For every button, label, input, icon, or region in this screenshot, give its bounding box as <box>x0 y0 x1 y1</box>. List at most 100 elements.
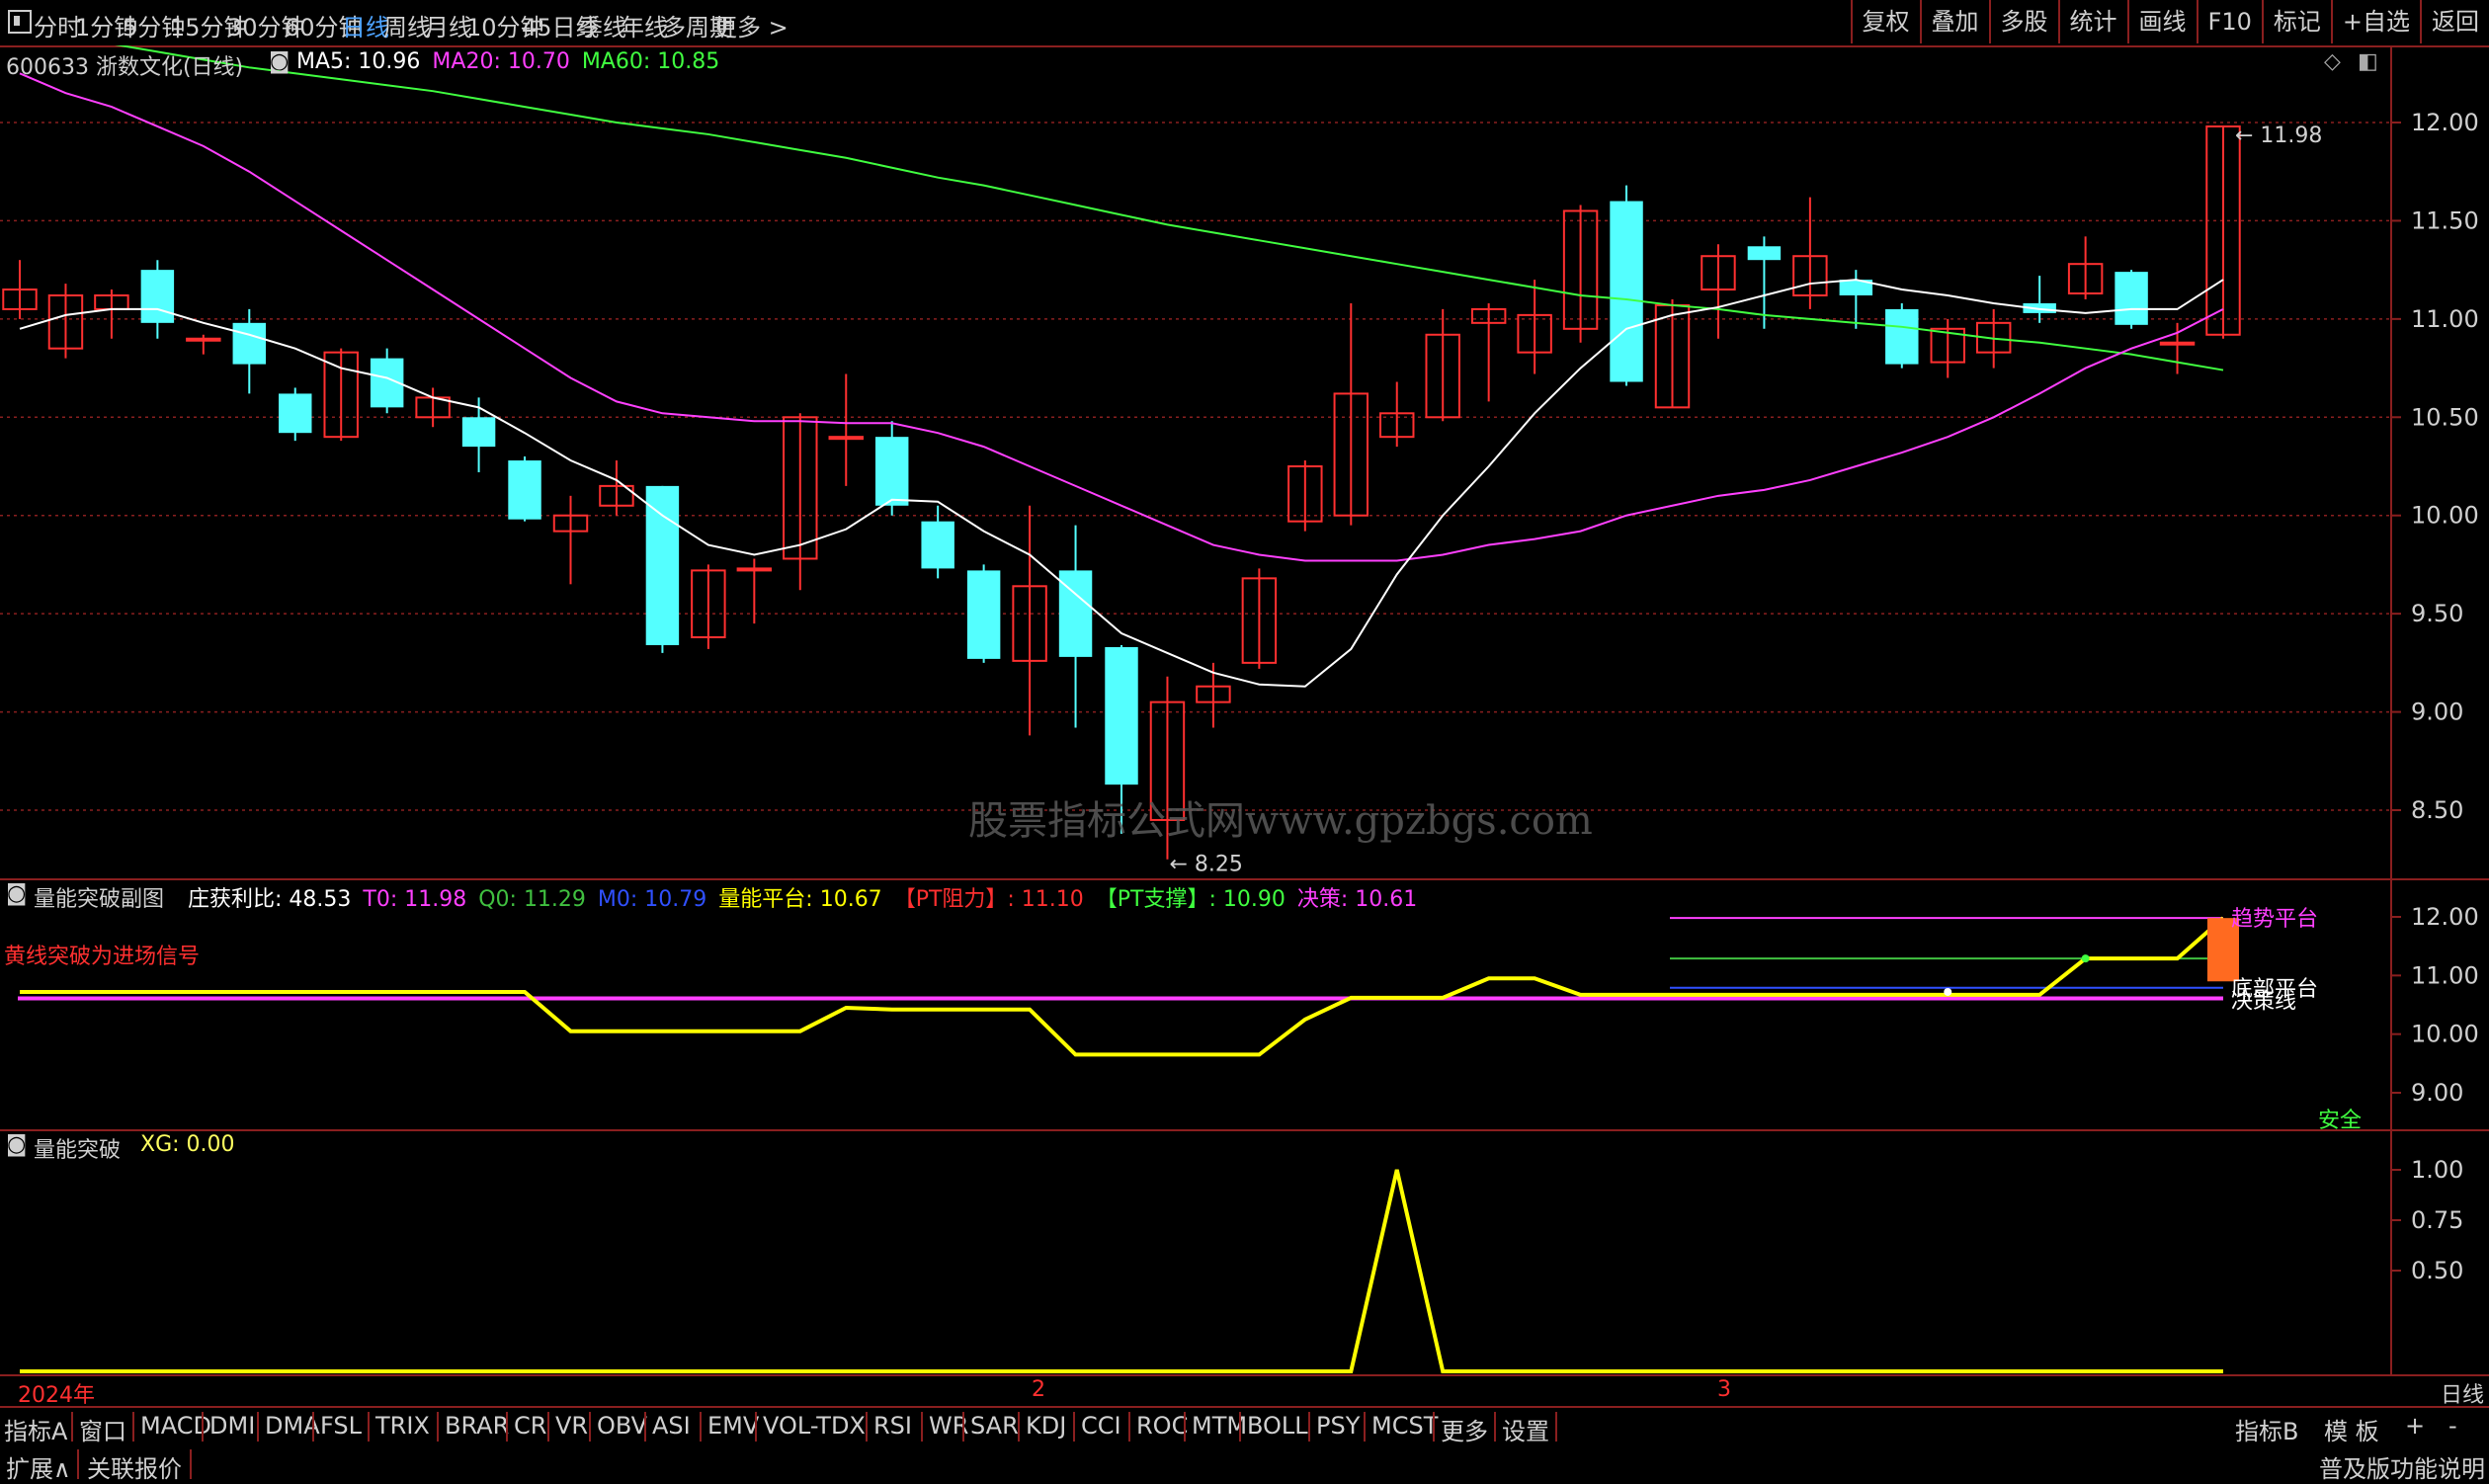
toolbar-button[interactable]: 复权 <box>1850 0 1920 43</box>
candle-body-down <box>966 570 1001 659</box>
indicator-tab[interactable]: 更多 <box>1441 1412 1488 1446</box>
high-marker: ← 11.98 <box>2235 124 2322 148</box>
price-axis-label: 10.00 <box>2411 502 2479 530</box>
toolbar-button[interactable]: F10 <box>2196 0 2262 43</box>
subchart1-title: 量能突破副图 <box>34 887 165 912</box>
system-menu-icon[interactable] <box>8 10 32 34</box>
tab-divider <box>1308 1412 1310 1442</box>
tab-divider <box>1184 1412 1186 1442</box>
tab-divider <box>1364 1412 1366 1442</box>
indicator-tab[interactable]: EMV <box>707 1412 759 1440</box>
sub1-right-label: 趋势平台 <box>2231 907 2318 932</box>
period-tab[interactable]: 周线 <box>383 8 431 42</box>
price-axis-label: 8.50 <box>2411 796 2463 824</box>
period-tab[interactable]: 月线 <box>425 8 472 42</box>
period-tab[interactable]: 分时 <box>34 8 81 42</box>
collapse-icon[interactable]: ◙ <box>269 49 290 74</box>
time-axis-mar: 3 <box>1717 1377 1731 1402</box>
expand-button[interactable]: 扩展∧ <box>6 1449 71 1484</box>
watermark: 股票指标公式网www.gpzbgs.com <box>968 798 1593 844</box>
indicator-right-tab[interactable]: + <box>2405 1412 2425 1440</box>
period-tab[interactable]: 更多 > <box>713 8 788 42</box>
tab-divider <box>202 1412 204 1442</box>
candle-body-down <box>874 437 909 506</box>
platform-line <box>20 916 2225 1057</box>
period-tab[interactable]: 季线 <box>579 8 626 42</box>
tab-divider <box>312 1412 314 1442</box>
status-divider <box>77 1449 79 1479</box>
tab-divider <box>921 1412 923 1442</box>
indicator-tab[interactable]: ASI <box>652 1412 691 1440</box>
sub1-axis-label: 11.00 <box>2411 961 2479 989</box>
tab-divider <box>644 1412 646 1442</box>
indicator-right-tab[interactable]: 指标B <box>2235 1412 2298 1446</box>
toolbar-button[interactable]: 统计 <box>2057 0 2127 43</box>
indicator-tab[interactable]: 设置 <box>1502 1412 1549 1446</box>
indicator-tab[interactable]: CR <box>514 1412 546 1440</box>
indicator-tab[interactable]: SAR <box>970 1412 1019 1440</box>
indicator-tab[interactable]: DMI <box>209 1412 255 1440</box>
tab-divider <box>1128 1412 1130 1442</box>
help-button[interactable]: 普及版功能说明 <box>2319 1449 2485 1484</box>
quote-button[interactable]: 关联报价 <box>87 1449 182 1484</box>
indicator-tab[interactable]: CCI <box>1081 1412 1121 1440</box>
candle-body-down <box>232 322 267 365</box>
subchart2-xg: XG: 0.00 <box>140 1132 235 1157</box>
indicator-right-tab[interactable]: 模 板 <box>2324 1412 2379 1446</box>
subchart1-value: 【PT阻力】: 11.10 <box>893 887 1084 912</box>
tab-divider <box>71 1412 73 1442</box>
tab-divider <box>506 1412 508 1442</box>
window-icon[interactable]: ◧ <box>2358 49 2378 74</box>
subchart2-collapse-icon[interactable]: ◙ <box>6 1132 27 1157</box>
toolbar-button[interactable]: 标记 <box>2261 0 2331 43</box>
candle-body-up <box>828 436 864 441</box>
indicator-tab[interactable]: RSI <box>873 1412 912 1440</box>
tab-divider <box>368 1412 370 1442</box>
subchart1-collapse-icon[interactable]: ◙ <box>6 881 27 906</box>
signal-dot <box>2081 954 2090 963</box>
subchart1-legend: 庄获利比: 48.53 T0: 11.98 Q0: 11.29 M0: 10.79 量能… <box>188 881 1429 913</box>
indicator-tab[interactable]: ROC <box>1136 1412 1188 1440</box>
indicator-tab[interactable]: BOLL <box>1247 1412 1308 1440</box>
candle-body-down <box>140 270 175 323</box>
toolbar-button[interactable]: 返回 <box>2420 0 2489 43</box>
diamond-icon[interactable]: ◇ <box>2324 49 2341 74</box>
indicator-tab[interactable]: TRIX <box>375 1412 430 1440</box>
toolbar-button[interactable]: +自选 <box>2330 0 2420 43</box>
period-toolbar: 分时 1分钟 5分钟 15分钟 30分钟 60分钟 日线 周线 月线 10分钟 45日线 季线 年线 多周… <box>0 0 2489 47</box>
indicator-tab[interactable]: MCST <box>1371 1412 1438 1440</box>
chart-area[interactable]: 12.5012.0011.5011.0010.5010.009.509.008.… <box>0 45 2489 1408</box>
indicator-tab[interactable]: 窗口 <box>79 1412 126 1446</box>
period-tab[interactable]: 日线 <box>342 8 389 42</box>
period-tab[interactable]: 年线 <box>621 8 668 42</box>
indicator-tab[interactable]: VR <box>555 1412 588 1440</box>
candle-body-down <box>279 393 312 434</box>
indicator-tab[interactable]: 指标A <box>4 1412 67 1446</box>
time-axis-year: 2024年 <box>18 1383 95 1408</box>
indicator-tab[interactable]: KDJ <box>1026 1412 1066 1440</box>
indicator-tab[interactable]: BRAR <box>445 1412 509 1440</box>
safe-label: 安全 <box>2318 1109 2363 1133</box>
toolbar-button[interactable]: 画线 <box>2126 0 2197 43</box>
toolbar-button[interactable]: 多股 <box>1988 0 2058 43</box>
indicator-tab[interactable]: FSL <box>320 1412 362 1440</box>
indicator-right-tab[interactable]: - <box>2448 1412 2457 1440</box>
chart-canvas[interactable]: 12.5012.0011.5011.0010.5010.009.509.008.… <box>0 45 2489 1377</box>
candle-body-up <box>2159 341 2196 346</box>
tab-divider <box>962 1412 964 1442</box>
indicator-tab[interactable]: VOL-TDX <box>763 1412 866 1440</box>
price-axis-label: 11.00 <box>2411 305 2479 333</box>
price-axis-label: 10.50 <box>2411 403 2479 431</box>
indicator-tab[interactable]: OBV <box>597 1412 647 1440</box>
ma-label: MA60: 10.85 <box>581 49 720 74</box>
tab-divider <box>755 1412 757 1442</box>
subchart1-value: T0: 11.98 <box>363 887 467 912</box>
subchart1-value: 决策: 10.61 <box>1296 887 1418 912</box>
sub2-axis-label: 1.00 <box>2411 1156 2463 1184</box>
toolbar-button[interactable]: 叠加 <box>1919 0 1989 43</box>
candle-body-down <box>1105 646 1138 785</box>
low-marker: ← 8.25 <box>1169 853 1242 877</box>
indicator-tab[interactable]: PSY <box>1316 1412 1360 1440</box>
sub1-axis-label: 10.00 <box>2411 1021 2479 1048</box>
candle-body-down <box>1610 201 1643 382</box>
